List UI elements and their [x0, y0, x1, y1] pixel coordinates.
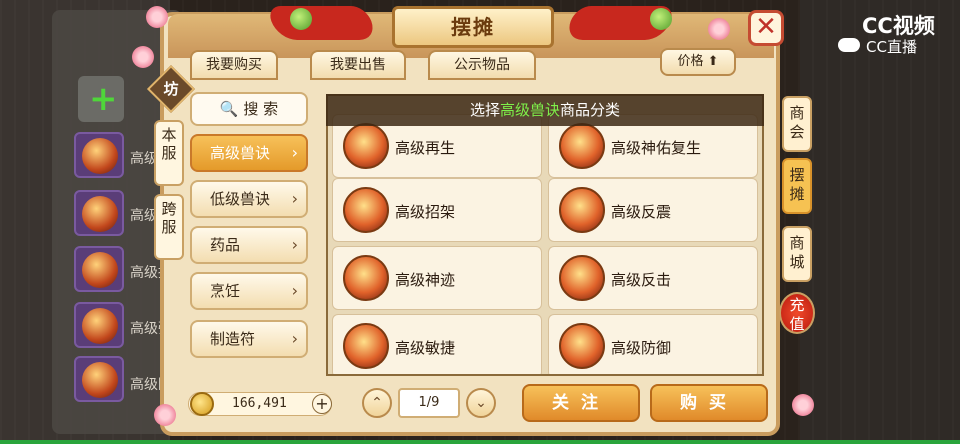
tab-cross-server[interactable]: 跨 服 [154, 194, 184, 260]
category-crafting-talisman[interactable]: 制造符 › [190, 320, 308, 358]
search-button[interactable]: 🔍 搜 索 [190, 92, 308, 126]
page-prev-button[interactable]: ⌃ [362, 388, 392, 418]
plus-icon: + [89, 79, 118, 119]
skill-icon [82, 196, 118, 232]
category-label: 烹饪 [210, 282, 241, 300]
flower-decoration [146, 6, 168, 28]
skill-icon [82, 362, 118, 398]
skill-icon [559, 187, 605, 233]
grid-header-suffix: 商品分类 [560, 101, 621, 119]
lantern-decoration [650, 8, 672, 30]
nav-label: 充值 [789, 296, 805, 333]
flower-decoration [708, 18, 730, 40]
dialog-title-text: 摆摊 [451, 15, 495, 39]
tab-local-server[interactable]: 本 服 [154, 120, 184, 186]
skill-icon [343, 323, 389, 369]
page-indicator: 1/9 [398, 388, 460, 418]
category-cooking[interactable]: 烹饪 › [190, 272, 308, 310]
chevron-right-icon: › [291, 143, 298, 162]
item-name: 高级神迹 [395, 271, 456, 289]
buy-button[interactable]: 购买 [650, 384, 768, 422]
watermark-subtitle: CC直播 [866, 38, 917, 56]
category-label: 药品 [210, 236, 241, 254]
grid-header: 选择高级兽诀商品分类 [326, 94, 764, 126]
skill-icon [559, 123, 605, 169]
currency-amount: 166,491 [232, 396, 287, 411]
category-advanced-beast-skill[interactable]: 高级兽诀 › [190, 134, 308, 172]
market-badge-label: 坊 [163, 80, 179, 98]
search-icon: 🔍 [219, 100, 239, 118]
category-label: 制造符 [210, 330, 256, 348]
item-name: 高级反击 [611, 271, 672, 289]
skill-icon [559, 255, 605, 301]
cloud-icon [838, 38, 860, 52]
skill-icon [82, 308, 118, 344]
add-slot-button[interactable]: + [78, 76, 124, 122]
grid-header-prefix: 选择 [469, 101, 500, 119]
skill-icon [82, 252, 118, 288]
chevron-down-icon: ⌄ [475, 395, 487, 411]
background-item-slot [74, 302, 124, 348]
close-icon: ✕ [755, 12, 777, 42]
sort-label: 价格 [677, 54, 704, 69]
tab-sell[interactable]: 我要出售 [310, 50, 406, 80]
sort-price-button[interactable]: 价格 ⬆ [660, 48, 736, 76]
nav-shop[interactable]: 商城 [782, 226, 812, 282]
nav-trade-guild[interactable]: 商会 [782, 96, 812, 152]
nav-stall[interactable]: 摆摊 [782, 158, 812, 214]
item-cell[interactable]: 高级神迹 [332, 246, 542, 310]
dialog-title: 摆摊 [392, 6, 554, 48]
item-name: 高级招架 [395, 203, 456, 221]
chevron-right-icon: › [291, 189, 298, 208]
item-name: 高级防御 [611, 339, 672, 357]
item-grid: 高级再生 高级神佑复生 高级招架 高级反震 高级神迹 高级反击 高级敏捷 高级防… [326, 94, 764, 376]
category-label: 高级兽诀 [210, 144, 271, 162]
flower-decoration [792, 394, 814, 416]
skill-icon [343, 255, 389, 301]
item-cell[interactable]: 高级反击 [548, 246, 758, 310]
page-next-button[interactable]: ⌄ [466, 388, 496, 418]
follow-button[interactable]: 关注 [522, 384, 640, 422]
tab-buy[interactable]: 我要购买 [190, 50, 278, 80]
skill-icon [82, 138, 118, 174]
flower-decoration [132, 46, 154, 68]
background-item-slot [74, 246, 124, 292]
arrow-up-icon: ⬆ [707, 54, 719, 69]
item-cell[interactable]: 高级敏捷 [332, 314, 542, 374]
flower-decoration [154, 404, 176, 426]
item-name: 高级反震 [611, 203, 672, 221]
item-name: 高级神佑复生 [611, 139, 702, 157]
item-cell[interactable]: 高级防御 [548, 314, 758, 374]
item-cell[interactable]: 高级反震 [548, 178, 758, 242]
chevron-right-icon: › [291, 329, 298, 348]
lantern-decoration [290, 8, 312, 30]
skill-icon [343, 187, 389, 233]
chevron-right-icon: › [291, 235, 298, 254]
nav-recharge[interactable]: 充值 [779, 292, 815, 334]
bottom-bar [0, 440, 960, 444]
ribbon-decoration [265, 6, 379, 40]
coin-icon [190, 392, 214, 416]
background-item-slot [74, 190, 124, 236]
nav-label: 摆摊 [789, 166, 805, 203]
add-currency-button[interactable]: + [312, 394, 332, 414]
category-label: 低级兽诀 [210, 190, 271, 208]
grid-header-highlight: 高级兽诀 [499, 101, 560, 119]
background-item-slot [74, 132, 124, 178]
nav-label: 商会 [789, 104, 805, 141]
category-medicine[interactable]: 药品 › [190, 226, 308, 264]
chevron-up-icon: ⌃ [371, 395, 383, 411]
nav-label: 商城 [789, 234, 805, 271]
search-label: 搜 索 [243, 100, 279, 118]
item-cell[interactable]: 高级招架 [332, 178, 542, 242]
item-name: 高级再生 [395, 139, 456, 157]
chevron-right-icon: › [291, 281, 298, 300]
item-name: 高级敏捷 [395, 339, 456, 357]
skill-icon [343, 123, 389, 169]
skill-icon [559, 323, 605, 369]
category-basic-beast-skill[interactable]: 低级兽诀 › [190, 180, 308, 218]
background-item-slot [74, 356, 124, 402]
close-button[interactable]: ✕ [748, 10, 784, 46]
tab-public-items[interactable]: 公示物品 [428, 50, 536, 80]
